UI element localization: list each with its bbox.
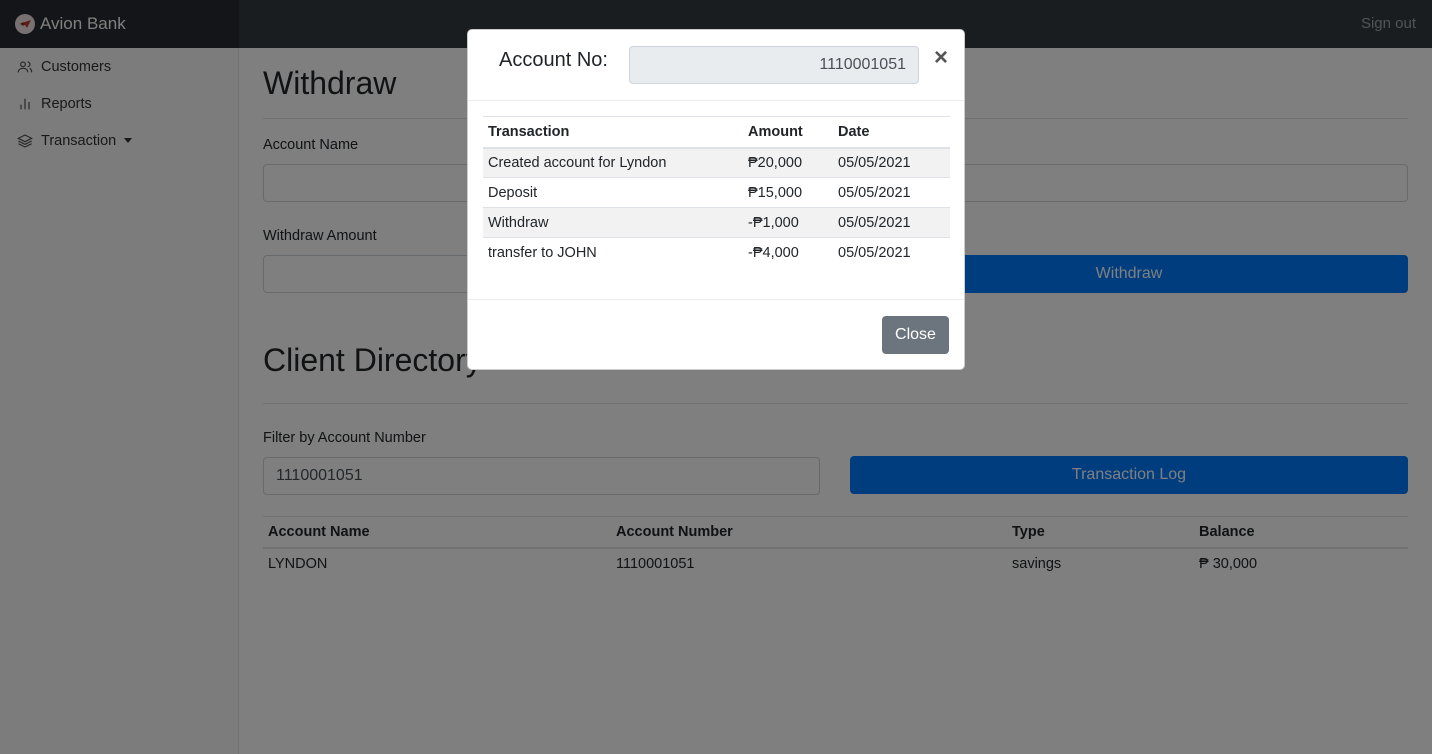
transaction-cell: Withdraw xyxy=(483,207,743,238)
transaction-cell: transfer to JOHN xyxy=(483,237,743,268)
transaction-cell: Created account for Lyndon xyxy=(483,147,743,178)
table-header-row: Transaction Amount Date xyxy=(483,116,950,149)
modal-footer: Close xyxy=(468,299,964,369)
modal-header: Account No: 1110001051 × xyxy=(468,30,964,101)
date-cell: 05/05/2021 xyxy=(833,147,950,178)
table-row: Withdraw -₱1,000 05/05/2021 xyxy=(483,207,950,238)
table-row: Deposit ₱15,000 05/05/2021 xyxy=(483,177,950,208)
transaction-cell: Deposit xyxy=(483,177,743,208)
column-header: Amount xyxy=(743,116,833,149)
column-header: Transaction xyxy=(483,116,743,149)
account-number-field: 1110001051 xyxy=(629,46,919,84)
table-row: Created account for Lyndon ₱20,000 05/05… xyxy=(483,147,950,178)
close-button[interactable]: Close xyxy=(882,316,949,354)
date-cell: 05/05/2021 xyxy=(833,237,950,268)
transaction-log-modal: Account No: 1110001051 × Transaction Amo… xyxy=(467,29,965,370)
amount-cell: ₱15,000 xyxy=(743,177,833,208)
amount-cell: -₱1,000 xyxy=(743,207,833,238)
date-cell: 05/05/2021 xyxy=(833,207,950,238)
amount-cell: ₱20,000 xyxy=(743,147,833,178)
column-header: Date xyxy=(833,116,950,149)
amount-cell: -₱4,000 xyxy=(743,237,833,268)
close-icon[interactable]: × xyxy=(934,44,948,72)
date-cell: 05/05/2021 xyxy=(833,177,950,208)
table-row: transfer to JOHN -₱4,000 05/05/2021 xyxy=(483,237,950,268)
modal-title: Account No: xyxy=(499,49,608,71)
transaction-table: Transaction Amount Date Created account … xyxy=(483,116,950,268)
